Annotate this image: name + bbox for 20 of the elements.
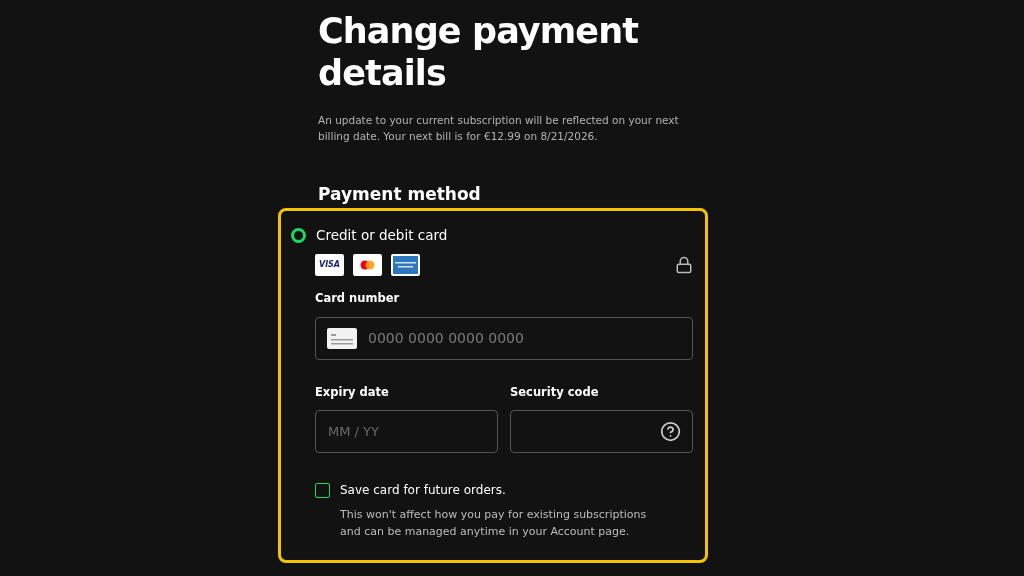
field-label: Expiry date	[315, 383, 390, 401]
expiry-date-field[interactable]: MM / YY	[315, 409, 498, 453]
payment-option-label: Credit or debit card	[316, 226, 448, 245]
card-number-field[interactable]: 0000 0000 0000 0000	[315, 316, 693, 360]
checkbox[interactable]	[315, 482, 330, 498]
amex-logo	[391, 254, 420, 277]
visa-logo: VISA	[315, 254, 344, 277]
field-label: Security code	[510, 383, 600, 401]
card-icon	[327, 327, 357, 349]
lock-icon	[675, 256, 693, 275]
field-label: Card number	[315, 290, 401, 308]
checkbox-label: Save card for future orders.	[340, 482, 507, 498]
radio-button[interactable]	[291, 227, 306, 243]
page-title: Change payment details	[318, 10, 640, 94]
security-code-field[interactable]	[510, 409, 693, 453]
section-heading: Payment method	[318, 184, 482, 204]
help-icon[interactable]	[660, 420, 681, 442]
save-card-note: This won't affect how you pay for existing subscriptions and can be managed anytime in your Account page.	[340, 506, 648, 540]
mastercard-logo	[353, 254, 382, 277]
billing-notice: An update to your current subscription will be reflected on your next billing date. Your next bill is for €12.99 on 8/21/2026.	[318, 113, 680, 144]
